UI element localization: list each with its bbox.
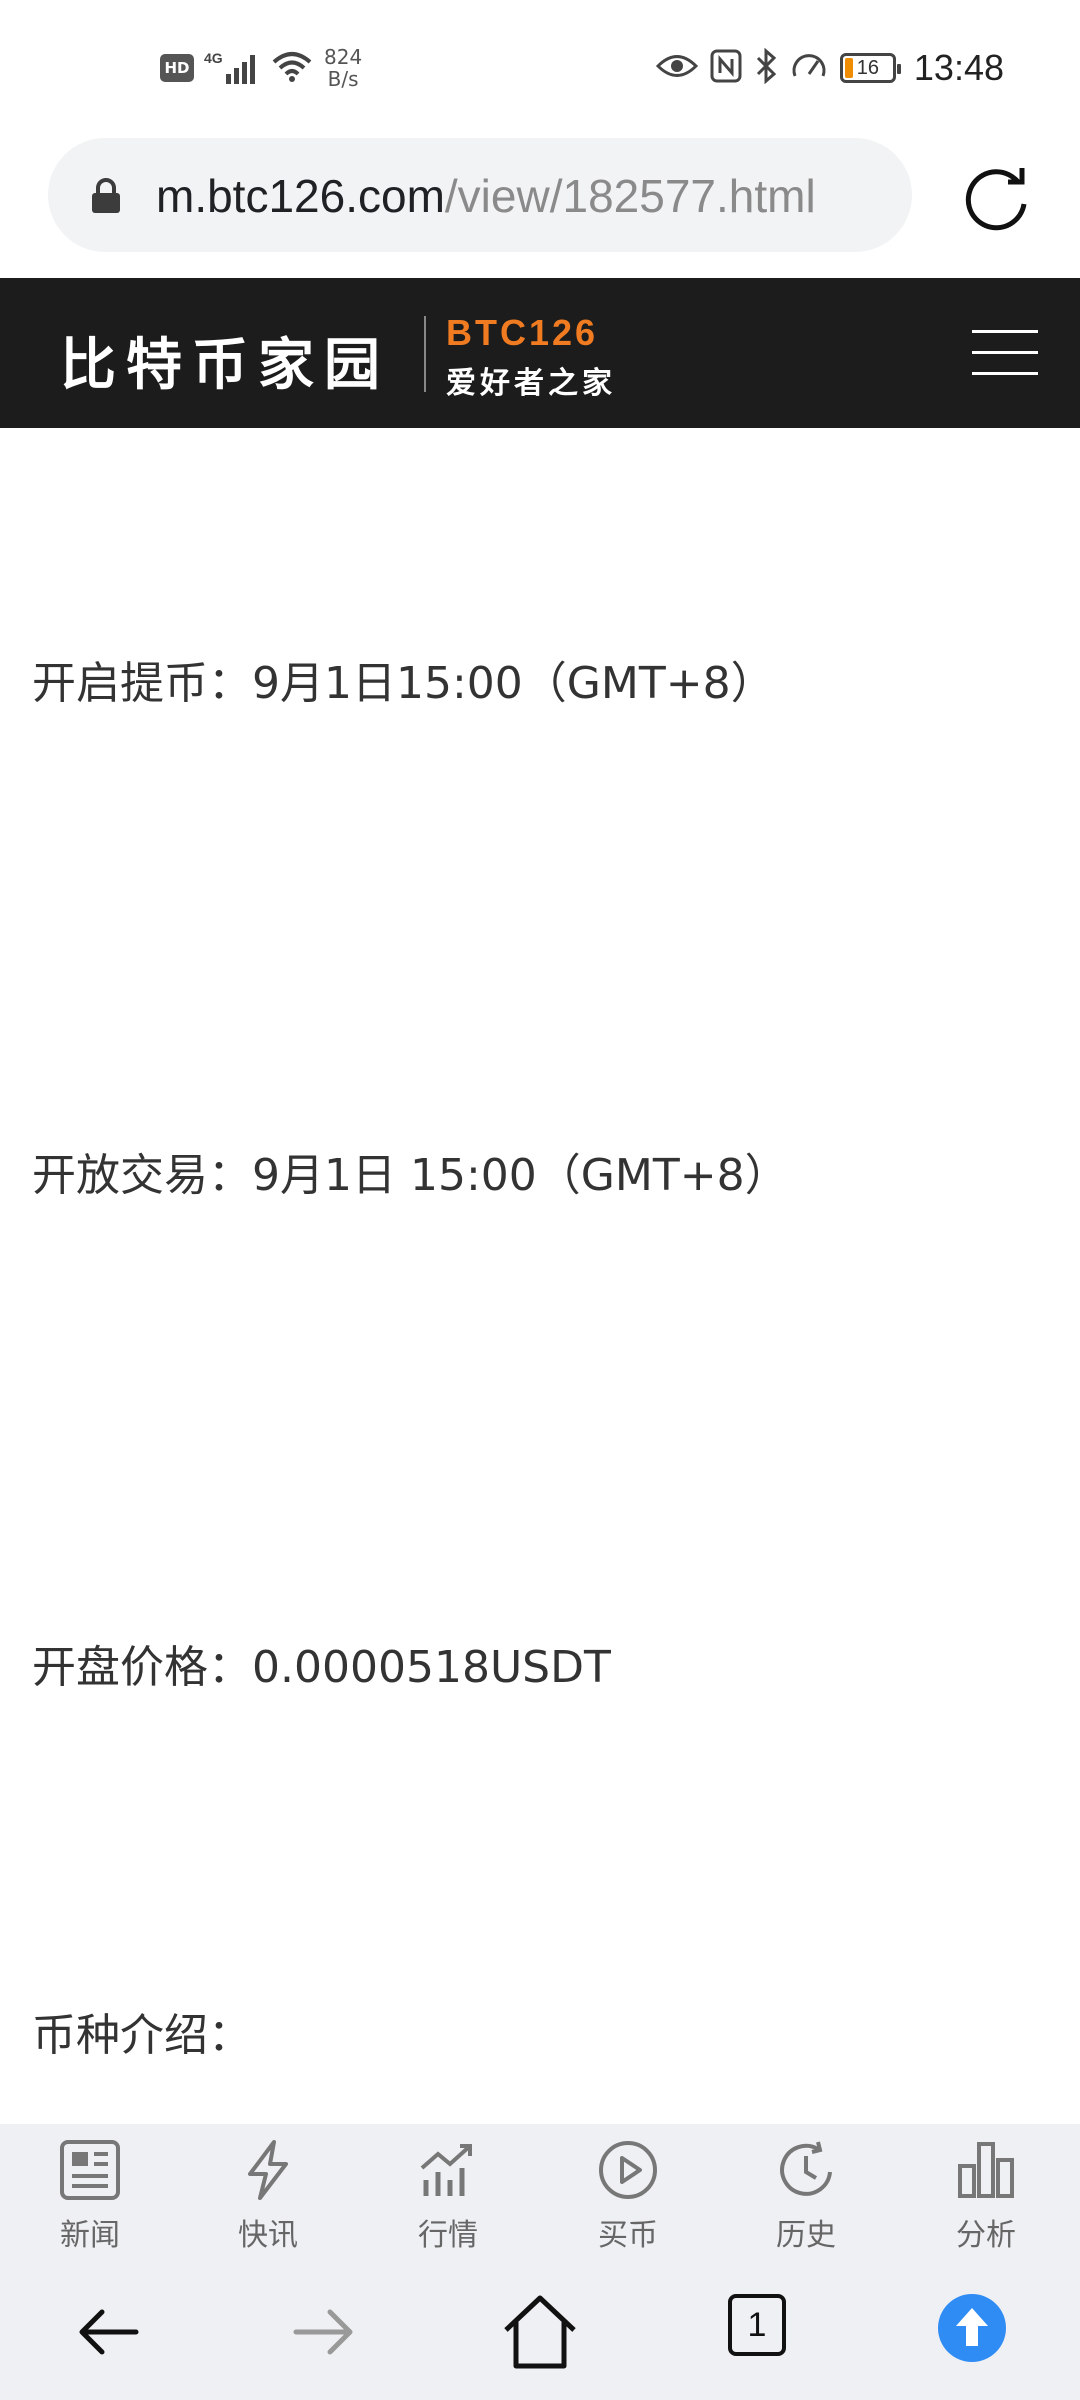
scroll-top-arrow-icon[interactable]	[938, 2294, 1006, 2362]
status-right: 16 13:48	[655, 42, 1004, 94]
logo-divider	[424, 316, 426, 392]
bluetooth-icon	[754, 47, 778, 89]
history-clock-icon	[780, 2141, 832, 2196]
hamburger-menu-icon[interactable]	[972, 330, 1038, 376]
lightning-icon	[248, 2140, 288, 2200]
site-logo-tagline: 爱好者之家	[446, 366, 616, 401]
site-logo-title[interactable]: 比特币家园	[60, 320, 390, 401]
site-bottom-tabs: 新闻 快讯 行情 买币 历史 分析	[0, 2124, 1080, 2264]
back-arrow-icon[interactable]	[66, 2290, 150, 2374]
tab-flash[interactable]: 快讯	[208, 2138, 328, 2258]
tab-history-label: 历史	[776, 2218, 836, 2253]
tab-buy-label: 买币	[598, 2218, 658, 2253]
article-line-withdraw: 开启提币：9月1日15:00（GMT+8）	[32, 658, 775, 709]
eye-icon	[655, 51, 699, 86]
nfc-icon	[710, 49, 742, 88]
net-speed: 824 B/s	[324, 45, 363, 91]
article-content: 开启提币：9月1日15:00（GMT+8） 开放交易：9月1日 15:00（GM…	[0, 428, 1080, 2124]
clock: 13:48	[913, 47, 1004, 88]
browser-toolbar: 1	[0, 2264, 1080, 2400]
wifi-icon	[270, 48, 314, 89]
home-icon[interactable]	[498, 2290, 582, 2374]
status-left: HD 4G 824 B/s	[160, 42, 362, 94]
tab-buy[interactable]: 买币	[568, 2138, 688, 2258]
url-host: m.btc126.com	[156, 170, 445, 222]
bar-chart-icon	[958, 2142, 1014, 2198]
tabs-count-button[interactable]: 1	[728, 2294, 786, 2356]
address-bar-row: m.btc126.com/view/182577.html	[0, 130, 1080, 278]
tab-analysis-label: 分析	[956, 2218, 1016, 2253]
site-logo-brand[interactable]: BTC126	[446, 312, 598, 354]
tab-news[interactable]: 新闻	[30, 2138, 150, 2258]
play-circle-icon	[599, 2141, 657, 2199]
signal-icon: 4G	[204, 50, 260, 86]
article-line-price: 开盘价格：0.0000518USDT	[32, 1642, 611, 1693]
tab-analysis[interactable]: 分析	[926, 2138, 1046, 2258]
tab-market-label: 行情	[418, 2218, 478, 2253]
tab-history[interactable]: 历史	[746, 2138, 866, 2258]
site-header: 比特币家园 BTC126 爱好者之家	[0, 278, 1080, 428]
tab-news-label: 新闻	[60, 2218, 120, 2253]
battery-icon: 16	[839, 53, 901, 83]
status-bar: HD 4G 824 B/s 16 13:48	[0, 0, 1080, 130]
address-bar[interactable]: m.btc126.com/view/182577.html	[48, 138, 912, 252]
hd-badge: HD	[160, 54, 194, 82]
forward-arrow-icon[interactable]	[282, 2290, 366, 2374]
article-line-intro: 币种介绍：	[32, 2010, 252, 2061]
tab-market[interactable]: 行情	[388, 2138, 508, 2258]
newspaper-icon	[60, 2140, 120, 2200]
reload-icon[interactable]	[956, 158, 1036, 238]
market-chart-icon	[420, 2144, 472, 2196]
url-path: /view/182577.html	[444, 170, 816, 222]
lock-icon	[92, 178, 120, 213]
speedometer-icon	[790, 50, 828, 87]
tab-flash-label: 快讯	[238, 2218, 298, 2253]
url-text[interactable]: m.btc126.com/view/182577.html	[156, 168, 816, 224]
article-line-trading: 开放交易：9月1日 15:00（GMT+8）	[32, 1150, 789, 1201]
